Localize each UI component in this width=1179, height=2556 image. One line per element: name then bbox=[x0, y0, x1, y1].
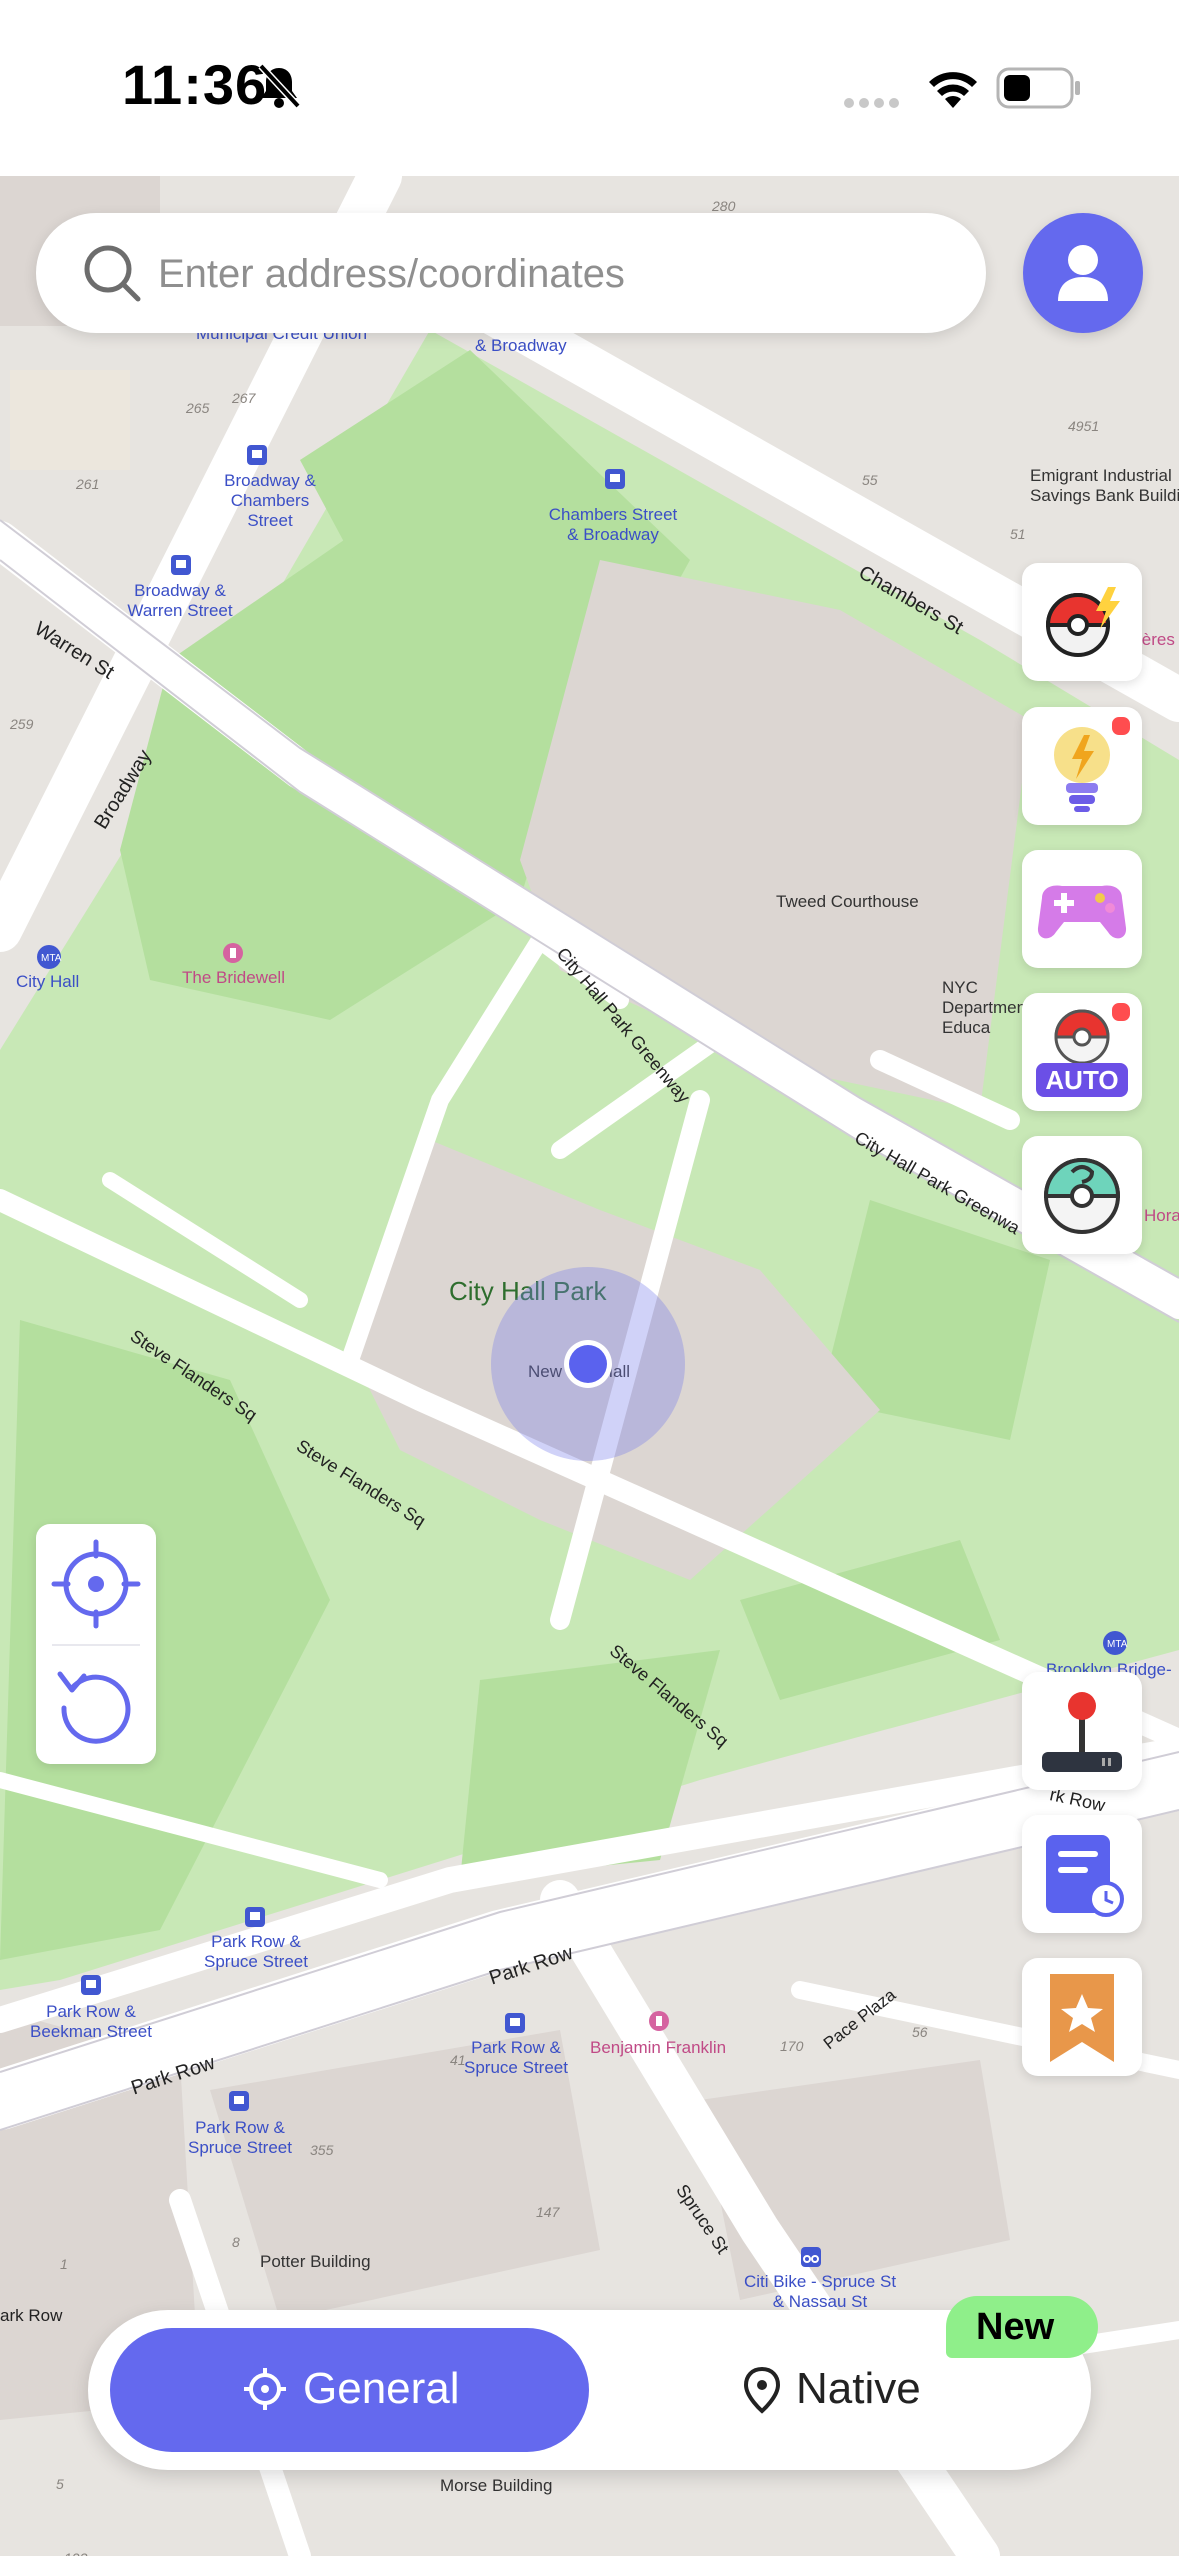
building-number: 4951 bbox=[1068, 418, 1100, 434]
status-bar: 11:36 bbox=[0, 0, 1179, 176]
pokeball-flash-button[interactable] bbox=[1022, 563, 1142, 681]
new-badge: New bbox=[946, 2296, 1098, 2358]
current-location-marker bbox=[491, 1267, 685, 1461]
battery-icon bbox=[996, 67, 1080, 109]
bus-stop-icon bbox=[171, 555, 191, 575]
locate-me-icon[interactable] bbox=[50, 1538, 142, 1630]
search-icon bbox=[84, 245, 141, 302]
bus-stop-icon bbox=[245, 1907, 265, 1927]
label-hora: Hora bbox=[1144, 1206, 1179, 1225]
favorites-button[interactable] bbox=[1022, 1958, 1142, 2076]
crosshair-icon bbox=[244, 2368, 286, 2410]
tab-native-label: Native bbox=[796, 2364, 921, 2413]
building-number: 55 bbox=[862, 472, 878, 488]
label-benjamin-franklin: Benjamin Franklin bbox=[590, 2038, 727, 2057]
landmark-icon bbox=[223, 943, 243, 963]
label-citi-bike: Citi Bike - Spruce St & Nassau St bbox=[743, 2272, 897, 2311]
status-time: 11:36 bbox=[122, 53, 268, 116]
tips-bulb-button[interactable] bbox=[1022, 707, 1142, 825]
svg-text:MTA: MTA bbox=[41, 953, 62, 964]
tab-general-label: General bbox=[303, 2364, 460, 2413]
building-number: 56 bbox=[912, 2024, 928, 2040]
svg-text:MTA: MTA bbox=[1107, 1639, 1128, 1650]
auto-catch-button[interactable]: AUTO bbox=[1022, 993, 1142, 1111]
bus-stop-icon bbox=[605, 469, 625, 489]
label-park-row-spruce-3: Park Row & Spruce Street bbox=[188, 2118, 292, 2157]
building-number: 259 bbox=[10, 716, 34, 732]
joystick-icon bbox=[1042, 1692, 1122, 1772]
notification-dot bbox=[1110, 1001, 1132, 1023]
divider bbox=[52, 1644, 140, 1646]
label-emigrant-bank: Emigrant Industrial Savings Bank Buildi bbox=[1030, 466, 1179, 505]
route-history-button[interactable] bbox=[1022, 1815, 1142, 1933]
mystery-ball-button[interactable] bbox=[1022, 1136, 1142, 1254]
silent-bell-icon bbox=[258, 63, 301, 109]
map-tools-panel bbox=[36, 1524, 156, 1764]
label-and-broadway: & Broadway bbox=[475, 336, 567, 355]
mystery-ball-icon bbox=[1043, 1158, 1121, 1234]
map-pin-icon bbox=[743, 2366, 781, 2414]
building-number: 1 bbox=[60, 2256, 68, 2272]
label-potter-building: Potter Building bbox=[260, 2252, 371, 2271]
building-number: 51 bbox=[1010, 526, 1026, 542]
building-number: 41 bbox=[450, 2052, 466, 2068]
gamepad-button[interactable] bbox=[1022, 850, 1142, 968]
label-park-row-spruce-2: Park Row & Spruce Street bbox=[464, 2038, 568, 2077]
label-park-row-beekman: Park Row & Beekman Street bbox=[30, 2002, 152, 2041]
building-number: 267 bbox=[232, 390, 256, 406]
tab-general[interactable]: General bbox=[110, 2328, 589, 2452]
label-broadway-chambers: Broadway & Chambers Street bbox=[224, 471, 316, 530]
building-number: 280 bbox=[712, 198, 736, 214]
bus-stop-icon bbox=[229, 2091, 249, 2111]
label-park-row-spruce-1: Park Row & Spruce Street bbox=[204, 1932, 308, 1971]
bookmark-star-icon bbox=[1050, 1974, 1114, 2062]
gamepad-icon bbox=[1037, 885, 1127, 939]
bus-stop-icon bbox=[81, 1975, 101, 1995]
building-number: 355 bbox=[310, 2142, 334, 2158]
user-icon bbox=[1058, 245, 1108, 301]
building-number: 261 bbox=[76, 476, 100, 492]
mode-switch-bar: General Native bbox=[88, 2310, 1091, 2470]
notification-dot bbox=[1110, 715, 1132, 737]
joystick-button[interactable] bbox=[1022, 1672, 1142, 1790]
label-chambers-broadway: Chambers Street & Broadway bbox=[548, 505, 678, 544]
map-view[interactable]: Municipal Credit Union & Broadway Broadw… bbox=[0, 176, 1179, 2556]
street-park-row-3: ark Row bbox=[0, 2306, 63, 2325]
bike-station-icon bbox=[801, 2247, 821, 2267]
search-input[interactable] bbox=[156, 233, 960, 315]
history-list-icon bbox=[1046, 1835, 1124, 1917]
bus-stop-icon bbox=[247, 445, 267, 465]
search-bar[interactable] bbox=[36, 213, 986, 333]
building-number: 147 bbox=[536, 2204, 560, 2220]
label-city-hall-station: City Hall bbox=[16, 972, 80, 991]
building-number: 265 bbox=[186, 400, 210, 416]
subway-station-icon: MTA bbox=[1103, 1631, 1128, 1655]
bus-stop-icon bbox=[505, 2013, 525, 2033]
landmark-icon bbox=[649, 2011, 669, 2031]
label-ieres: ières bbox=[1138, 630, 1175, 649]
new-badge-label: New bbox=[976, 2306, 1055, 2348]
pokeball-flash-icon bbox=[1045, 587, 1120, 657]
building-number: 5 bbox=[56, 2476, 64, 2492]
label-broadway-warren: Broadway & Warren Street bbox=[127, 581, 233, 620]
cellular-signal-icon bbox=[844, 98, 899, 108]
auto-label: AUTO bbox=[1045, 1065, 1119, 1095]
profile-avatar-button[interactable] bbox=[1023, 213, 1143, 333]
label-tweed-courthouse: Tweed Courthouse bbox=[776, 892, 919, 911]
wifi-icon bbox=[929, 72, 977, 108]
reset-rotate-icon[interactable] bbox=[50, 1658, 142, 1750]
building-number: 8 bbox=[232, 2234, 240, 2250]
building-number: 123 bbox=[64, 2550, 87, 2556]
label-morse-building: Morse Building bbox=[440, 2476, 553, 2495]
building-number: 170 bbox=[780, 2038, 804, 2054]
label-the-bridewell: The Bridewell bbox=[182, 968, 285, 987]
subway-station-icon: MTA bbox=[37, 945, 62, 969]
